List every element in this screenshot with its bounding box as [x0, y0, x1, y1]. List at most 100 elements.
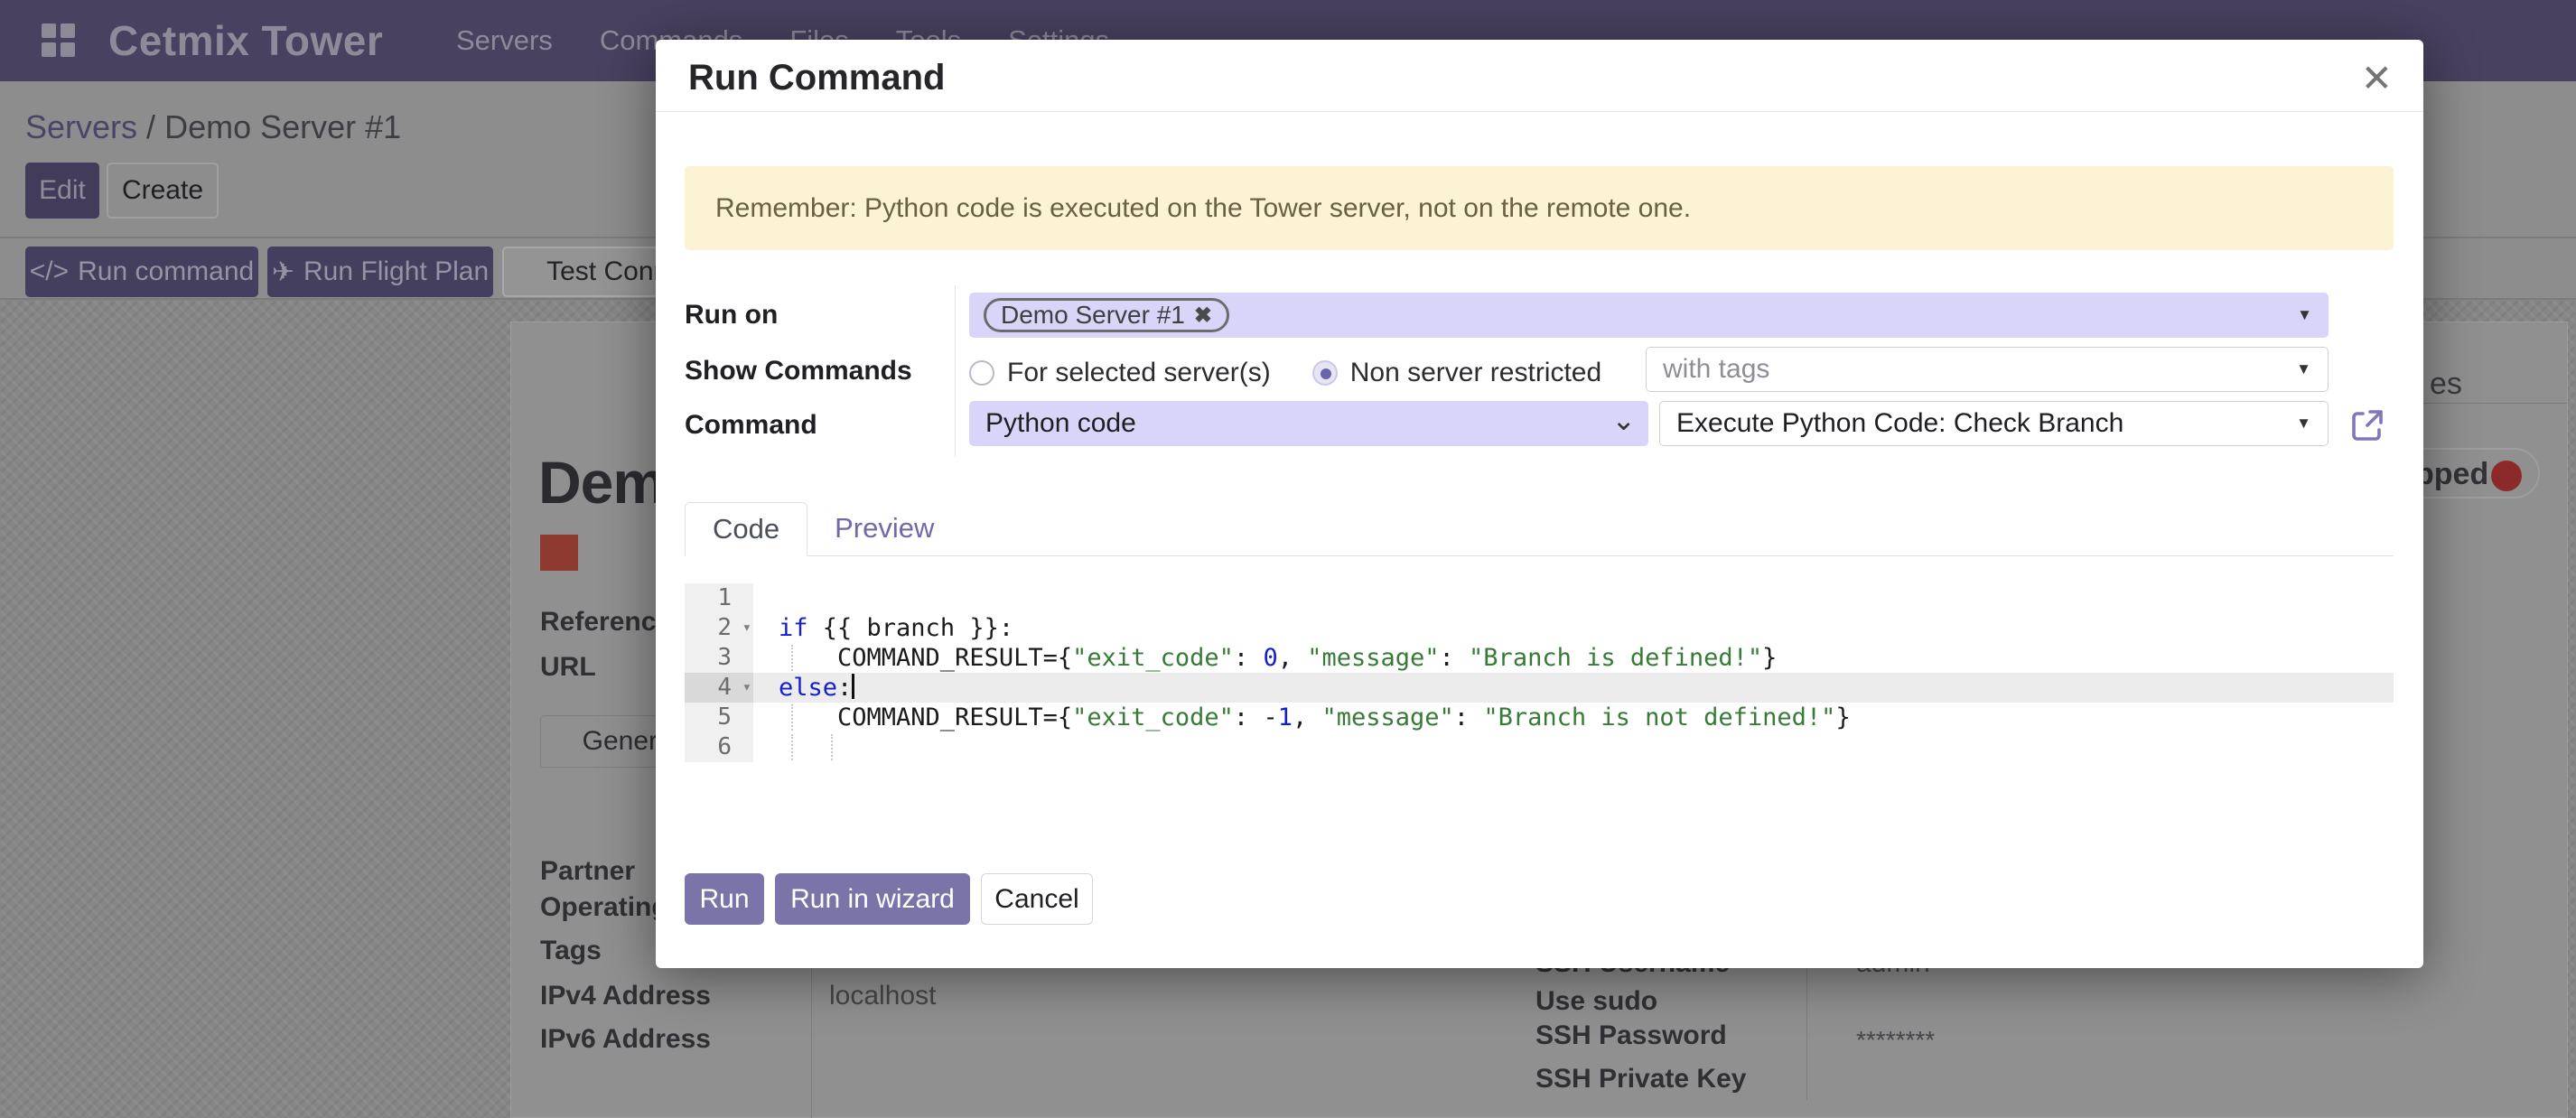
tab-code[interactable]: Code: [685, 502, 807, 556]
caret-down-icon[interactable]: ▼: [2296, 360, 2311, 378]
divider: [811, 968, 812, 1118]
gutter-line-number: 4▾: [685, 673, 753, 703]
code-token: "exit_code": [1072, 644, 1234, 672]
editor-code-lines[interactable]: if {{ branch }}: COMMAND_RESULT={"exit_c…: [753, 583, 2394, 762]
code-token: }: [1762, 644, 1777, 672]
close-icon[interactable]: ✕: [2361, 56, 2393, 100]
text-cursor: [852, 674, 854, 699]
code-token: "Branch is not defined!": [1483, 703, 1835, 731]
radio-non-server-restricted-label[interactable]: Non server restricted: [1350, 358, 1601, 388]
ssh-password-label: SSH Password: [1535, 1020, 1727, 1051]
code-line[interactable]: if {{ branch }}:: [753, 613, 2394, 643]
gutter-line-number: 5: [685, 703, 753, 732]
dialog-header: Run Command ✕: [656, 40, 2423, 112]
code-token: else: [779, 674, 837, 702]
code-token: COMMAND_RESULT={: [779, 703, 1072, 731]
server-tag[interactable]: Demo Server #1 ✖: [984, 298, 1229, 332]
caret-down-icon[interactable]: ▼: [2297, 306, 2312, 324]
code-token: :: [1234, 644, 1264, 672]
divider: [955, 285, 956, 457]
code-editor[interactable]: 12▾34▾56 if {{ branch }}: COMMAND_RESULT…: [685, 583, 2394, 762]
editor-gutter: 12▾34▾56: [685, 583, 753, 762]
ssh-username-label: SSH Username: [1535, 968, 1730, 979]
breadcrumb-current: Demo Server #1: [164, 108, 401, 145]
edit-button[interactable]: Edit: [25, 163, 99, 219]
code-token: }: [1835, 703, 1850, 731]
code-token: "Branch is defined!": [1469, 644, 1762, 672]
brand-title: Cetmix Tower: [108, 16, 383, 65]
radio-for-selected-servers[interactable]: [969, 360, 994, 386]
indent-guide: [791, 704, 793, 731]
chevron-down-icon[interactable]: ⌄: [1611, 403, 1636, 437]
color-ribbon: [540, 535, 578, 571]
apps-grid-icon[interactable]: [42, 23, 76, 58]
code-token: -: [1263, 703, 1277, 731]
use-sudo-label: Use sudo: [1535, 986, 1657, 1017]
run-on-label: Run on: [685, 300, 778, 331]
ipv6-label: IPv6 Address: [540, 1024, 711, 1055]
run-flight-plan-button[interactable]: ✈ Run Flight Plan: [267, 247, 493, 297]
cancel-button[interactable]: Cancel: [981, 873, 1093, 925]
gutter-line-number: 2▾: [685, 613, 753, 643]
run-in-wizard-button[interactable]: Run in wizard: [775, 873, 970, 925]
reference-label: Reference: [540, 607, 671, 638]
code-line[interactable]: COMMAND_RESULT={"exit_code": -1, "messag…: [753, 703, 2394, 732]
ssh-username-value: admin: [1856, 968, 1930, 979]
nav-item-servers[interactable]: Servers: [456, 24, 553, 57]
code-line[interactable]: COMMAND_RESULT={"exit_code": 0, "message…: [753, 643, 2394, 673]
code-token: :: [1454, 703, 1484, 731]
caret-down-icon[interactable]: ▼: [2296, 415, 2311, 433]
code-token: ,: [1293, 703, 1322, 731]
code-token: "message": [1321, 703, 1453, 731]
code-token: "exit_code": [1072, 703, 1234, 731]
show-commands-label: Show Commands: [685, 356, 912, 387]
run-on-multiselect[interactable]: Demo Server #1 ✖ ▼: [969, 293, 2329, 338]
breadcrumb: Servers / Demo Server #1: [25, 108, 401, 146]
with-tags-select[interactable]: with tags ▼: [1646, 347, 2329, 392]
code-token: if: [779, 614, 808, 642]
url-label: URL: [540, 652, 596, 683]
run-command-dialog: Run Command ✕ Remember: Python code is e…: [656, 40, 2423, 968]
divider: [1806, 968, 1807, 1100]
code-token: {{ branch }}:: [808, 614, 1014, 642]
run-button[interactable]: Run: [685, 873, 764, 925]
fold-arrow-icon[interactable]: ▾: [742, 613, 751, 643]
command-select[interactable]: Execute Python Code: Check Branch ▼: [1659, 401, 2329, 446]
truncated-panel-header: es: [2430, 367, 2462, 402]
breadcrumb-servers-link[interactable]: Servers: [25, 108, 137, 145]
warning-banner: Remember: Python code is executed on the…: [685, 166, 2394, 250]
plane-icon: ✈: [272, 256, 294, 288]
create-button[interactable]: Create: [107, 163, 219, 219]
code-preview-tabs: Code Preview: [685, 502, 2394, 556]
fold-arrow-icon[interactable]: ▾: [742, 673, 751, 703]
code-line[interactable]: [753, 583, 2394, 613]
breadcrumb-separator: /: [146, 108, 155, 145]
operating-system-label: Operating: [540, 892, 668, 923]
radio-for-selected-servers-label[interactable]: For selected server(s): [1007, 358, 1271, 388]
run-command-button[interactable]: </> Run command: [25, 247, 258, 297]
gutter-line-number: 1: [685, 583, 753, 613]
run-command-label: Run command: [78, 256, 254, 287]
command-label: Command: [685, 410, 817, 441]
gutter-line-number: 6: [685, 732, 753, 762]
tag-remove-icon[interactable]: ✖: [1194, 303, 1212, 329]
code-token: 0: [1263, 644, 1277, 672]
tab-preview[interactable]: Preview: [807, 501, 961, 555]
ssh-password-value: ********: [1856, 1026, 1935, 1055]
command-type-select[interactable]: Python code ⌄: [969, 401, 1648, 446]
code-token: :: [1234, 703, 1264, 731]
run-flight-plan-label: Run Flight Plan: [303, 256, 489, 287]
code-line[interactable]: else:: [753, 673, 2394, 703]
ssh-private-key-label: SSH Private Key: [1535, 1064, 1746, 1095]
gutter-line-number: 3: [685, 643, 753, 673]
tags-label: Tags: [540, 936, 602, 966]
indent-guide: [791, 645, 793, 671]
code-token: :: [837, 674, 852, 702]
code-line[interactable]: [753, 732, 2394, 762]
indent-guide: [791, 734, 793, 760]
radio-non-server-restricted[interactable]: [1312, 360, 1338, 386]
external-link-icon[interactable]: [2348, 406, 2386, 444]
code-token: "message": [1307, 644, 1439, 672]
partner-label: Partner: [540, 856, 635, 887]
ipv4-value: localhost: [829, 981, 936, 1011]
